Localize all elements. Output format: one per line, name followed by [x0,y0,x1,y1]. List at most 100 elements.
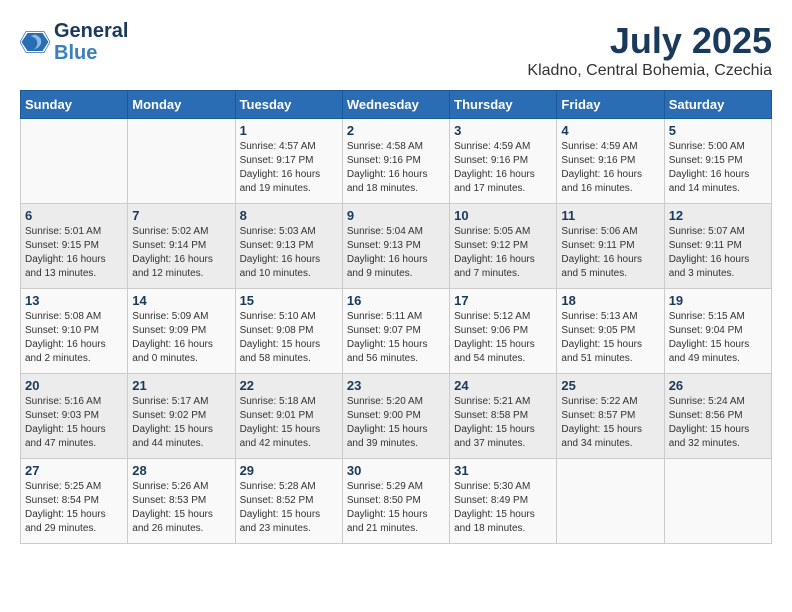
calendar-cell: 3Sunrise: 4:59 AMSunset: 9:16 PMDaylight… [450,119,557,204]
day-number: 19 [669,293,767,308]
cell-info: Sunrise: 5:00 AMSunset: 9:15 PMDaylight:… [669,140,767,196]
calendar-cell: 7Sunrise: 5:02 AMSunset: 9:14 PMDaylight… [128,204,235,289]
calendar-cell: 1 Sunrise: 4:57 AMSunset: 9:17 PMDaylight… [235,119,342,204]
cell-info: Sunrise: 5:15 AMSunset: 9:04 PMDaylight:… [669,310,767,366]
cell-info: Sunrise: 5:28 AMSunset: 8:52 PMDaylight:… [240,480,338,536]
day-of-week-header: Thursday [450,91,557,119]
day-number: 17 [454,293,552,308]
day-number: 21 [132,378,230,393]
calendar-cell: 15Sunrise: 5:10 AMSunset: 9:08 PMDayligh… [235,289,342,374]
location: Kladno, Central Bohemia, Czechia [527,62,772,80]
day-number: 6 [25,208,123,223]
day-number: 29 [240,463,338,478]
cell-info: Sunrise: 5:26 AMSunset: 8:53 PMDaylight:… [132,480,230,536]
title-block: July 2025 Kladno, Central Bohemia, Czech… [527,20,772,80]
cell-info: Sunrise: 5:04 AMSunset: 9:13 PMDaylight:… [347,225,445,281]
calendar-cell: 14 Sunrise: 5:09 AMSunset: 9:09 PMDayligh… [128,289,235,374]
cell-info: Sunrise: 5:06 AMSunset: 9:11 PMDaylight:… [561,225,659,281]
day-of-week-header: Friday [557,91,664,119]
day-number: 23 [347,378,445,393]
calendar-cell [21,119,128,204]
cell-info: Sunrise: 5:17 AMSunset: 9:02 PMDaylight:… [132,395,230,451]
cell-info: Sunrise: 5:02 AMSunset: 9:14 PMDaylight:… [132,225,230,281]
cell-info: Sunrise: 5:29 AMSunset: 8:50 PMDaylight:… [347,480,445,536]
calendar-cell: 4 Sunrise: 4:59 AMSunset: 9:16 PMDaylight… [557,119,664,204]
cell-info: Sunrise: 5:01 AMSunset: 9:15 PMDaylight:… [25,225,123,281]
day-number: 31 [454,463,552,478]
cell-info: Sunrise: 5:13 AMSunset: 9:05 PMDaylight:… [561,310,659,366]
calendar-cell: 21 Sunrise: 5:17 AMSunset: 9:02 PMDayligh… [128,374,235,459]
day-number: 8 [240,208,338,223]
day-number: 10 [454,208,552,223]
cell-info: Sunrise: 5:30 AMSunset: 8:49 PMDaylight:… [454,480,552,536]
calendar-week-row: 1 Sunrise: 4:57 AMSunset: 9:17 PMDaylight… [21,119,772,204]
calendar-cell: 26Sunrise: 5:24 AMSunset: 8:56 PMDayligh… [664,374,771,459]
day-number: 20 [25,378,123,393]
day-number: 4 [561,123,659,138]
day-of-week-header: Sunday [21,91,128,119]
calendar-cell: 6 Sunrise: 5:01 AMSunset: 9:15 PMDaylight… [21,204,128,289]
cell-info: Sunrise: 5:12 AMSunset: 9:06 PMDaylight:… [454,310,552,366]
cell-info: Sunrise: 5:18 AMSunset: 9:01 PMDaylight:… [240,395,338,451]
day-of-week-header: Saturday [664,91,771,119]
cell-info: Sunrise: 5:05 AMSunset: 9:12 PMDaylight:… [454,225,552,281]
day-number: 3 [454,123,552,138]
calendar-cell: 30 Sunrise: 5:29 AMSunset: 8:50 PMDayligh… [342,459,449,544]
day-number: 2 [347,123,445,138]
calendar-cell: 9 Sunrise: 5:04 AMSunset: 9:13 PMDaylight… [342,204,449,289]
day-number: 18 [561,293,659,308]
cell-info: Sunrise: 5:11 AMSunset: 9:07 PMDaylight:… [347,310,445,366]
calendar-cell: 24 Sunrise: 5:21 AMSunset: 8:58 PMDayligh… [450,374,557,459]
calendar-cell: 28 Sunrise: 5:26 AMSunset: 8:53 PMDayligh… [128,459,235,544]
calendar-cell: 27 Sunrise: 5:25 AMSunset: 8:54 PMDayligh… [21,459,128,544]
calendar-cell: 8 Sunrise: 5:03 AMSunset: 9:13 PMDaylight… [235,204,342,289]
day-number: 25 [561,378,659,393]
calendar-cell: 19 Sunrise: 5:15 AMSunset: 9:04 PMDayligh… [664,289,771,374]
calendar-week-row: 13Sunrise: 5:08 AMSunset: 9:10 PMDayligh… [21,289,772,374]
calendar-cell: 11 Sunrise: 5:06 AMSunset: 9:11 PMDayligh… [557,204,664,289]
logo: General Blue [20,20,128,64]
page-header: General Blue July 2025 Kladno, Central B… [20,20,772,80]
calendar-body: 1 Sunrise: 4:57 AMSunset: 9:17 PMDaylight… [21,119,772,544]
cell-info: Sunrise: 5:03 AMSunset: 9:13 PMDaylight:… [240,225,338,281]
day-number: 30 [347,463,445,478]
logo-text-line2: Blue [54,42,128,64]
day-number: 24 [454,378,552,393]
day-number: 22 [240,378,338,393]
cell-info: Sunrise: 4:59 AMSunset: 9:16 PMDaylight:… [561,140,659,196]
calendar-cell: 29 Sunrise: 5:28 AMSunset: 8:52 PMDayligh… [235,459,342,544]
cell-info: Sunrise: 4:57 AMSunset: 9:17 PMDaylight:… [240,140,338,196]
day-number: 14 [132,293,230,308]
day-number: 9 [347,208,445,223]
calendar-week-row: 20 Sunrise: 5:16 AMSunset: 9:03 PMDayligh… [21,374,772,459]
cell-info: Sunrise: 5:16 AMSunset: 9:03 PMDaylight:… [25,395,123,451]
calendar-cell [557,459,664,544]
month-year: July 2025 [527,20,772,62]
calendar-cell: 12Sunrise: 5:07 AMSunset: 9:11 PMDayligh… [664,204,771,289]
calendar-cell: 23 Sunrise: 5:20 AMSunset: 9:00 PMDayligh… [342,374,449,459]
day-number: 16 [347,293,445,308]
calendar-week-row: 27 Sunrise: 5:25 AMSunset: 8:54 PMDayligh… [21,459,772,544]
calendar-cell: 25Sunrise: 5:22 AMSunset: 8:57 PMDayligh… [557,374,664,459]
cell-info: Sunrise: 5:21 AMSunset: 8:58 PMDaylight:… [454,395,552,451]
day-number: 12 [669,208,767,223]
logo-icon [20,27,50,57]
calendar-cell [664,459,771,544]
calendar-header-row: SundayMondayTuesdayWednesdayThursdayFrid… [21,91,772,119]
cell-info: Sunrise: 5:09 AMSunset: 9:09 PMDaylight:… [132,310,230,366]
day-number: 26 [669,378,767,393]
day-number: 11 [561,208,659,223]
calendar-week-row: 6 Sunrise: 5:01 AMSunset: 9:15 PMDaylight… [21,204,772,289]
cell-info: Sunrise: 4:58 AMSunset: 9:16 PMDaylight:… [347,140,445,196]
cell-info: Sunrise: 5:25 AMSunset: 8:54 PMDaylight:… [25,480,123,536]
calendar-cell: 20 Sunrise: 5:16 AMSunset: 9:03 PMDayligh… [21,374,128,459]
day-number: 27 [25,463,123,478]
day-number: 28 [132,463,230,478]
day-number: 1 [240,123,338,138]
cell-info: Sunrise: 5:20 AMSunset: 9:00 PMDaylight:… [347,395,445,451]
cell-info: Sunrise: 5:10 AMSunset: 9:08 PMDaylight:… [240,310,338,366]
day-of-week-header: Monday [128,91,235,119]
day-number: 5 [669,123,767,138]
calendar-cell: 5 Sunrise: 5:00 AMSunset: 9:15 PMDaylight… [664,119,771,204]
calendar-cell: 31 Sunrise: 5:30 AMSunset: 8:49 PMDayligh… [450,459,557,544]
